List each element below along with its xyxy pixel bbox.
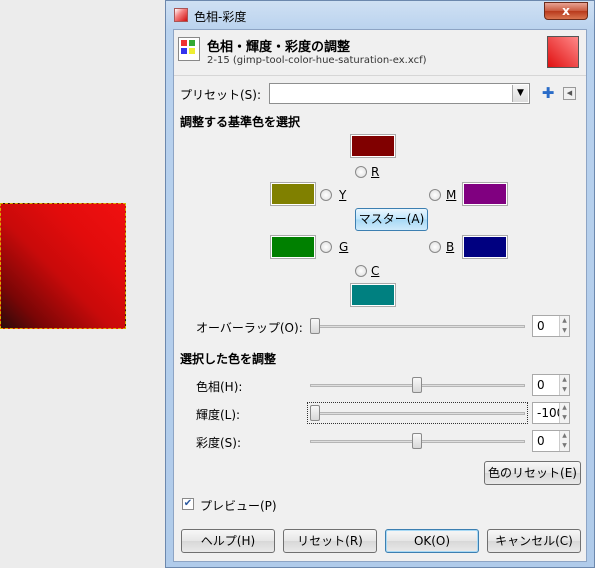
spin-arrows-icon[interactable]: ▲ ▼	[559, 375, 569, 395]
overlap-label: オーバーラップ(O):	[196, 321, 303, 335]
overlap-value: 0	[537, 319, 545, 333]
reset-button[interactable]: リセット(R)	[283, 529, 377, 553]
green-radio[interactable]	[320, 241, 332, 253]
overlap-spinbox[interactable]: 0 ▲ ▼	[532, 315, 570, 337]
hue-spinbox[interactable]: 0 ▲ ▼	[532, 374, 570, 396]
ok-button[interactable]: OK(O)	[385, 529, 479, 553]
saturation-value: 0	[537, 434, 545, 448]
hue-value: 0	[537, 378, 545, 392]
master-button[interactable]: マスター(A)	[355, 208, 428, 231]
spin-arrows-icon[interactable]: ▲ ▼	[559, 403, 569, 423]
red-swatch	[350, 134, 396, 158]
help-button[interactable]: ヘルプ(H)	[181, 529, 275, 553]
cyan-label: C	[371, 264, 380, 278]
hue-label: 色相(H):	[196, 380, 243, 394]
green-swatch	[270, 235, 316, 259]
lightness-spinbox[interactable]: -100 ▲ ▼	[532, 402, 570, 424]
window-title: 色相-彩度	[194, 10, 247, 24]
blue-label: B	[446, 240, 455, 254]
gimp-tool-icon	[174, 8, 188, 22]
presets-label: プリセット(S):	[180, 88, 262, 102]
cancel-button[interactable]: キャンセル(C)	[487, 529, 581, 553]
overlap-slider-handle[interactable]	[310, 318, 320, 334]
lightness-label: 輝度(L):	[196, 408, 241, 422]
adjust-heading: 選択した色を調整	[180, 352, 277, 366]
magenta-swatch	[462, 182, 508, 206]
yellow-radio[interactable]	[320, 189, 332, 201]
magenta-label: M	[446, 188, 457, 202]
blue-radio[interactable]	[429, 241, 441, 253]
dialog-header: 色相・輝度・彩度の調整 2-15 (gimp-tool-color-hue-sa…	[174, 30, 586, 76]
plus-icon[interactable]: ✚	[541, 86, 555, 101]
saturation-spinbox[interactable]: 0 ▲ ▼	[532, 430, 570, 452]
dialog-body: 色相・輝度・彩度の調整 2-15 (gimp-tool-color-hue-sa…	[173, 29, 587, 562]
hue-slider-handle[interactable]	[412, 377, 422, 393]
close-button[interactable]: x	[544, 2, 588, 20]
yellow-label: Y	[339, 188, 347, 202]
dropdown-arrow-icon[interactable]: ▼	[512, 85, 528, 102]
overlap-slider-track[interactable]	[310, 325, 525, 328]
blue-swatch	[462, 235, 508, 259]
spin-arrows-icon[interactable]: ▲ ▼	[559, 431, 569, 451]
primary-color-heading: 調整する基準色を選択	[180, 115, 301, 129]
image-canvas	[0, 0, 165, 568]
lightness-slider-track[interactable]	[310, 412, 525, 415]
preview-checkbox[interactable]: ✔	[182, 498, 194, 510]
saturation-slider-handle[interactable]	[412, 433, 422, 449]
hue-saturation-tool-icon	[178, 37, 200, 61]
title-bar[interactable]: 色相-彩度 x	[166, 1, 594, 29]
spin-arrows-icon[interactable]: ▲ ▼	[559, 316, 569, 336]
hue-saturation-dialog: 色相-彩度 x 色相・輝度・彩度の調整 2-15 (gimp-tool-colo…	[165, 0, 595, 568]
cyan-swatch	[350, 283, 396, 307]
image-name: 2-15 (gimp-tool-color-hue-saturation-ex.…	[207, 55, 427, 66]
saturation-label: 彩度(S):	[196, 436, 242, 450]
red-radio[interactable]	[355, 166, 367, 178]
color-preview-swatch	[547, 36, 579, 68]
red-label: R	[371, 165, 380, 179]
green-label: G	[339, 240, 349, 254]
yellow-swatch	[270, 182, 316, 206]
presets-combobox[interactable]: ▼	[269, 83, 530, 104]
dialog-heading: 色相・輝度・彩度の調整	[207, 40, 351, 55]
image-preview	[0, 203, 126, 329]
reset-color-button[interactable]: 色のリセット(E)	[484, 461, 581, 485]
lightness-slider-handle[interactable]	[310, 405, 320, 421]
magenta-radio[interactable]	[429, 189, 441, 201]
cyan-radio[interactable]	[355, 265, 367, 277]
preview-label: プレビュー(P)	[200, 499, 277, 513]
menu-arrow-icon[interactable]: ◀	[563, 87, 576, 100]
